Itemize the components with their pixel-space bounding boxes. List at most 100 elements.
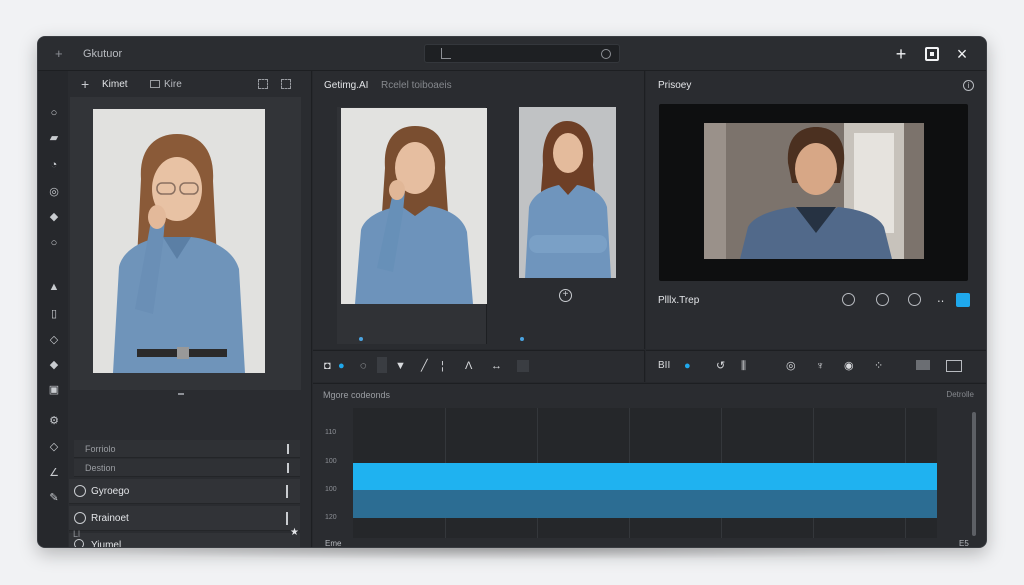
record-icon[interactable]: ●: [338, 360, 345, 372]
target-tool-icon[interactable]: ◎: [48, 186, 60, 198]
camera-icon[interactable]: ◘: [324, 360, 331, 372]
woman-arms-crossed-photo: [519, 107, 616, 278]
layers-tool-icon[interactable]: ▰: [48, 132, 60, 144]
text-cursor-icon[interactable]: ¦: [441, 360, 444, 372]
timeline-panel: Mgore codeonds Detrolle 110 100 100 120 …: [313, 383, 986, 548]
filled-diamond-tool-icon[interactable]: ◆: [48, 359, 60, 371]
maximize-button[interactable]: [925, 47, 939, 61]
source-photo[interactable]: [93, 109, 265, 373]
info-icon[interactable]: i: [963, 80, 974, 91]
property-label: Forriolo: [85, 444, 116, 454]
ring-tool-icon[interactable]: ○: [48, 237, 60, 249]
timeline-clip-secondary[interactable]: [353, 490, 937, 518]
center-panel-title: Getimg.AI: [324, 80, 369, 91]
preview-title: Prisoey: [658, 80, 692, 91]
property-row[interactable]: Destion: [74, 459, 300, 477]
more-icon[interactable]: ‥: [937, 293, 944, 305]
generated-photo-selected[interactable]: [341, 108, 487, 304]
move-icon[interactable]: ↔: [491, 360, 502, 372]
selection-handle[interactable]: [520, 337, 524, 341]
woman-thinking-photo: [93, 109, 265, 373]
preview-video[interactable]: [704, 123, 924, 259]
property-handle-icon: [287, 463, 289, 473]
layer-swatch[interactable]: [377, 357, 387, 373]
app-window: + Gkutuor + × ○ ▰ ◔ ◎ ◆ ○ ▲ ▯ ◇ ◆ ▣ ⚙ ◇ …: [37, 36, 987, 548]
document-tool-icon[interactable]: ▯: [48, 308, 60, 320]
timeline-scrollbar[interactable]: [972, 412, 976, 536]
tab-kimet[interactable]: Kimet: [102, 79, 128, 90]
triangle-tool-icon[interactable]: ▲: [48, 281, 60, 293]
center-panel: Getimg.AI Rcelel toiboaeis +: [313, 71, 645, 349]
target-icon[interactable]: ◎: [786, 360, 796, 372]
history-tool-icon[interactable]: ◔: [48, 159, 60, 171]
pin-icon[interactable]: ◌: [360, 360, 367, 372]
filter-icon[interactable]: [908, 293, 921, 306]
timeline-y-tick: 120: [325, 514, 337, 521]
close-button[interactable]: ×: [952, 44, 972, 64]
bitrate-label: BII: [658, 360, 671, 371]
title-search-field[interactable]: [424, 44, 620, 63]
sharpen-icon[interactable]: Λ: [465, 360, 472, 372]
export-icon[interactable]: [916, 360, 930, 370]
list-item[interactable]: Rrainoet: [69, 506, 300, 531]
list-item[interactable]: Yiumel: [69, 533, 300, 548]
man-portrait-photo: [704, 123, 924, 259]
left-panel-header: + Kimet Kire: [68, 71, 312, 97]
diamond-tool-icon[interactable]: ◇: [48, 334, 60, 346]
circle-icon: [74, 512, 86, 524]
center-panel-subtitle: Rcelel toiboaeis: [381, 80, 452, 91]
woman-thinking-photo: [341, 108, 487, 304]
timeline-y-tick: 100: [325, 458, 337, 465]
list-item[interactable]: Gyroego: [69, 479, 300, 504]
add-icon[interactable]: +: [81, 76, 89, 92]
timeline-end-label: E5: [959, 539, 969, 548]
status-dot: ●: [684, 360, 691, 372]
shape-tool-icon[interactable]: ◆: [48, 211, 60, 223]
pager-indicator: [178, 393, 184, 395]
pencil-icon[interactable]: ╱: [421, 360, 428, 372]
color-icon[interactable]: [876, 293, 889, 306]
split-view-icon[interactable]: [946, 360, 962, 372]
timeline-y-tick: 110: [325, 429, 337, 436]
favorite-star-icon[interactable]: ★: [290, 527, 299, 538]
right-toolbar: BII ● ↺ ⫼ ◎ ♆ ◉ ⁘: [646, 350, 986, 382]
add-variation-button[interactable]: +: [559, 289, 572, 302]
settings-tool-icon[interactable]: ⚙: [48, 415, 60, 427]
crop-icon: [441, 48, 451, 59]
select-arrow-icon[interactable]: ▼: [395, 360, 406, 372]
accent-color-swatch[interactable]: [956, 293, 970, 307]
tool-rail: ○ ▰ ◔ ◎ ◆ ○ ▲ ▯ ◇ ◆ ▣ ⚙ ◇ ∠ ✎: [38, 71, 68, 547]
list-item-label: Yiumel: [91, 540, 122, 548]
property-handle-icon: [287, 444, 289, 454]
add-button[interactable]: +: [891, 44, 911, 64]
timeline-clip-primary[interactable]: [353, 463, 937, 490]
undo-icon[interactable]: ↺: [716, 360, 725, 372]
generated-photo-alt[interactable]: [519, 107, 616, 278]
expand-icon[interactable]: [258, 79, 268, 89]
image-icon: [150, 80, 160, 88]
title-bar: + Gkutuor + ×: [38, 37, 986, 71]
fit-icon[interactable]: [281, 79, 291, 89]
pen-tool-icon[interactable]: ✎: [48, 492, 60, 504]
item-handle-icon: [286, 485, 288, 498]
speed-icon[interactable]: ◉: [844, 360, 854, 372]
item-handle-icon: [286, 512, 288, 525]
right-panel: Prisoey i Plllx.Trep ‥: [646, 71, 986, 349]
center-toolbar: ◘ ● ◌ ▼ ╱ ¦ Λ ↔: [313, 350, 645, 382]
waveform-icon[interactable]: ⫼: [741, 360, 746, 372]
mic-icon[interactable]: ♆: [816, 360, 824, 372]
search-icon: [74, 539, 84, 547]
new-tab-icon[interactable]: +: [55, 46, 63, 61]
brush-tool-icon[interactable]: ∠: [48, 467, 60, 479]
crop-tool-icon[interactable]: [517, 360, 529, 372]
grid-icon[interactable]: ⁘: [874, 360, 883, 372]
frame-icon[interactable]: [842, 293, 855, 306]
timeline-details-link[interactable]: Detrolle: [946, 390, 974, 399]
timeline-title: Mgore codeonds: [323, 390, 391, 400]
property-row[interactable]: Forriolo: [74, 440, 300, 458]
selection-handle[interactable]: [359, 337, 363, 341]
point-tool-icon[interactable]: ◇: [48, 441, 60, 453]
circle-tool-icon[interactable]: ○: [48, 107, 60, 119]
tab-kire[interactable]: Kire: [164, 79, 182, 90]
square-tool-icon[interactable]: ▣: [48, 384, 60, 396]
